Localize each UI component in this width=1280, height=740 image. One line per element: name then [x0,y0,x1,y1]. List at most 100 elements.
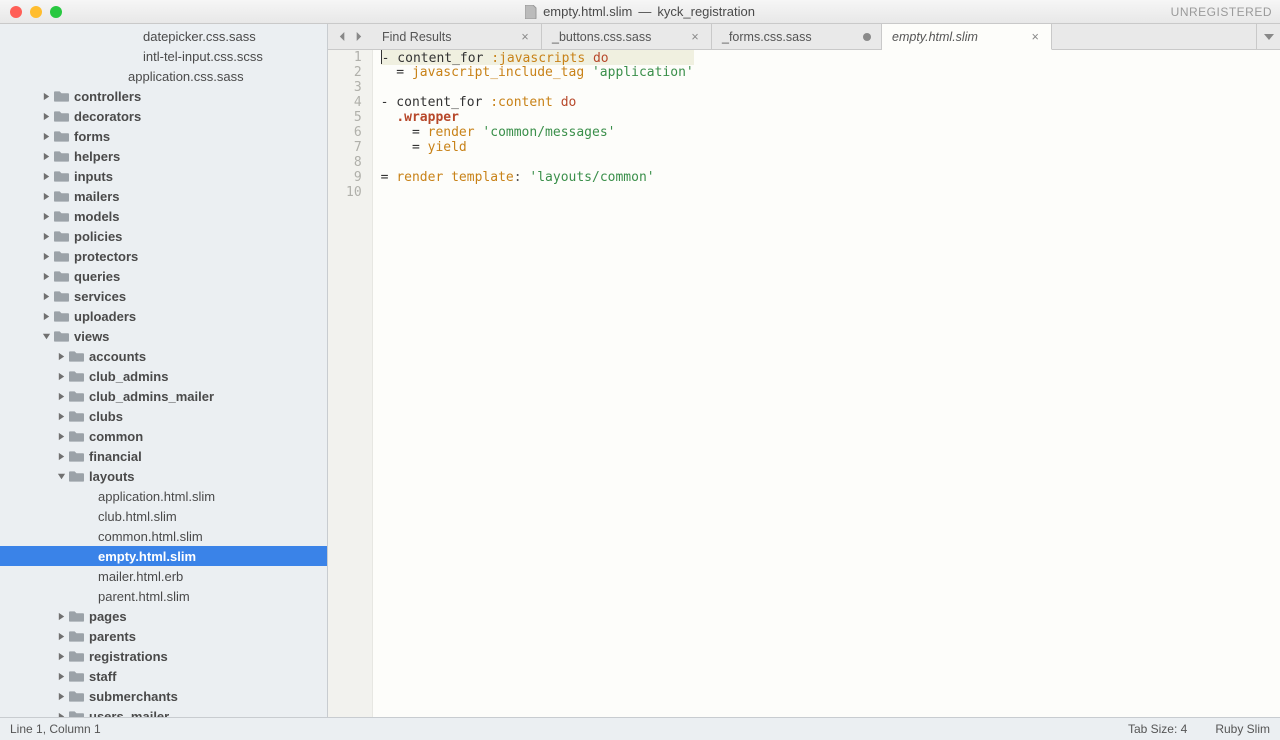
tree-item-label: helpers [74,149,120,164]
chevron-right-icon[interactable] [55,630,67,642]
chevron-right-icon[interactable] [40,90,52,102]
chevron-right-icon[interactable] [55,370,67,382]
tab[interactable]: Find Results× [372,24,542,49]
chevron-right-icon[interactable] [40,170,52,182]
tree-folder[interactable]: registrations [0,646,327,666]
tree-folder[interactable]: users_mailer [0,706,327,717]
tree-folder[interactable]: accounts [0,346,327,366]
tree-folder[interactable]: services [0,286,327,306]
tree-folder[interactable]: decorators [0,106,327,126]
tree-folder[interactable]: parents [0,626,327,646]
tree-file[interactable]: parent.html.slim [0,586,327,606]
tree-folder[interactable]: layouts [0,466,327,486]
chevron-right-icon[interactable] [55,710,67,717]
zoom-window-button[interactable] [50,6,62,18]
tab[interactable]: _buttons.css.sass× [542,24,712,49]
code-content[interactable]: - content_for :javascripts do = javascri… [373,50,694,717]
code-line[interactable]: .wrapper [381,110,694,125]
chevron-right-icon[interactable] [40,250,52,262]
folder-icon [68,429,84,443]
tree-folder[interactable]: inputs [0,166,327,186]
code-line[interactable]: = render template: 'layouts/common' [381,170,694,185]
tree-folder[interactable]: forms [0,126,327,146]
chevron-right-icon[interactable] [40,310,52,322]
tree-file[interactable]: mailer.html.erb [0,566,327,586]
status-language[interactable]: Ruby Slim [1215,722,1270,736]
code-token: template [451,170,514,185]
code-line[interactable] [381,80,694,95]
code-line[interactable]: = render 'common/messages' [381,125,694,140]
tab[interactable]: empty.html.slim× [882,24,1052,50]
minimize-window-button[interactable] [30,6,42,18]
tree-file[interactable]: club.html.slim [0,506,327,526]
status-position[interactable]: Line 1, Column 1 [10,722,101,736]
tree-folder[interactable]: policies [0,226,327,246]
tab-overflow-button[interactable] [1256,24,1280,49]
tree-folder[interactable]: club_admins_mailer [0,386,327,406]
chevron-right-icon[interactable] [40,110,52,122]
chevron-right-icon[interactable] [55,390,67,402]
tree-folder[interactable]: helpers [0,146,327,166]
tree-folder[interactable]: uploaders [0,306,327,326]
tree-folder[interactable]: clubs [0,406,327,426]
code-editor[interactable]: 12345678910 - content_for :javascripts d… [328,50,1280,717]
chevron-right-icon[interactable] [55,350,67,362]
tree-file[interactable]: empty.html.slim [0,546,327,566]
code-line[interactable]: = javascript_include_tag 'application' [381,65,694,80]
chevron-right-icon[interactable] [55,610,67,622]
close-window-button[interactable] [10,6,22,18]
code-line[interactable] [381,185,694,200]
tree-folder[interactable]: protectors [0,246,327,266]
chevron-right-icon[interactable] [55,690,67,702]
tree-item-label: empty.html.slim [98,549,196,564]
tree-folder[interactable]: submerchants [0,686,327,706]
chevron-right-icon[interactable] [40,230,52,242]
chevron-right-icon[interactable] [40,270,52,282]
sidebar[interactable]: datepicker.css.sassintl-tel-input.css.sc… [0,24,328,717]
chevron-right-icon[interactable] [55,450,67,462]
tree-file[interactable]: datepicker.css.sass [0,26,327,46]
code-line[interactable] [381,155,694,170]
chevron-right-icon[interactable] [55,410,67,422]
code-line[interactable]: - content_for :content do [381,95,694,110]
tree-folder[interactable]: financial [0,446,327,466]
tree-folder[interactable]: controllers [0,86,327,106]
tree-file[interactable]: application.css.sass [0,66,327,86]
tree-file[interactable]: common.html.slim [0,526,327,546]
tab-history-forward[interactable] [352,31,364,43]
chevron-down-icon[interactable] [55,470,67,482]
tab-close-icon[interactable]: × [1029,31,1041,43]
folder-icon [53,109,69,123]
window-title: empty.html.slim — kyck_registration [0,4,1280,19]
tree-item-label: club_admins [89,369,168,384]
chevron-right-icon[interactable] [40,190,52,202]
tree-folder[interactable]: mailers [0,186,327,206]
tree-folder[interactable]: pages [0,606,327,626]
code-line[interactable]: = yield [381,140,694,155]
chevron-right-icon[interactable] [55,670,67,682]
chevron-down-icon[interactable] [40,330,52,342]
chevron-right-icon[interactable] [55,430,67,442]
tab-history-back[interactable] [336,31,348,43]
tree-folder[interactable]: queries [0,266,327,286]
code-line[interactable]: - content_for :javascripts do [381,50,694,65]
tree-file[interactable]: application.html.slim [0,486,327,506]
tree-folder[interactable]: models [0,206,327,226]
chevron-right-icon[interactable] [55,650,67,662]
tab[interactable]: _forms.css.sass [712,24,882,49]
line-number: 10 [346,185,362,200]
chevron-right-icon[interactable] [40,210,52,222]
chevron-right-icon[interactable] [40,150,52,162]
status-tab-size[interactable]: Tab Size: 4 [1128,722,1187,736]
tab-close-icon[interactable]: × [519,31,531,43]
code-token: 'layouts/common' [529,170,654,185]
tab-close-icon[interactable]: × [689,31,701,43]
tree-folder[interactable]: club_admins [0,366,327,386]
code-token: do [561,95,577,110]
tree-folder[interactable]: common [0,426,327,446]
chevron-right-icon[interactable] [40,130,52,142]
tree-file[interactable]: intl-tel-input.css.scss [0,46,327,66]
chevron-right-icon[interactable] [40,290,52,302]
tree-folder[interactable]: staff [0,666,327,686]
tree-folder[interactable]: views [0,326,327,346]
